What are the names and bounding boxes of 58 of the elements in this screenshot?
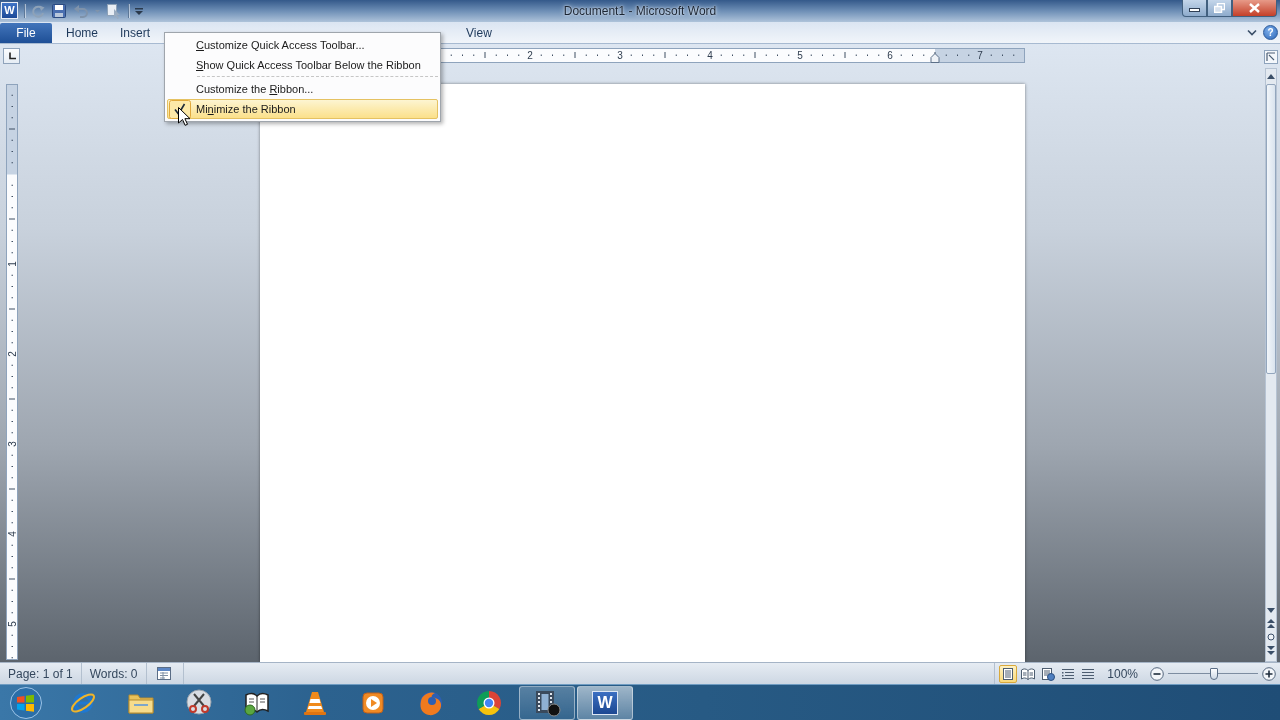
ribbon-tab[interactable]: Insert [106,22,159,43]
window-title: Document1 - Microsoft Word [563,3,717,20]
chevron-down-icon[interactable] [1247,28,1257,37]
down-arrow-icon[interactable] [1267,608,1275,614]
ruler-number: 4 [707,50,713,61]
ribbon-tab[interactable]: View [452,22,500,43]
zoom-level-button[interactable]: 100% [1101,666,1146,681]
slider-thumb[interactable] [1209,667,1218,680]
ruler-number: 2 [6,351,18,357]
save-icon[interactable] [51,2,67,19]
ruler-number: 3 [617,50,623,61]
circle-icon[interactable] [1267,633,1275,641]
close-button[interactable] [1232,0,1277,17]
letter-tile-icon[interactable]: W [1,2,18,19]
file-tab[interactable]: File [0,23,52,43]
minus-icon[interactable] [1150,666,1164,681]
scissors-icon [185,688,213,717]
taskbar-button[interactable]: W [577,685,633,720]
page-globe-icon [1041,666,1056,681]
tab-stop-icon [7,52,16,60]
view-button[interactable] [999,664,1018,683]
ruler-number: 5 [797,50,803,61]
indent-marker-icon[interactable] [930,53,940,63]
double-up-arrow-icon[interactable] [1267,619,1275,628]
up-arrow-icon[interactable] [1267,73,1275,79]
menu-item[interactable]: Customize the Ribbon... [167,79,438,99]
ruler-number: 6 [887,50,893,61]
double-down-arrow-icon[interactable] [1267,646,1275,655]
menu-item[interactable]: Minimize the Ribbon [167,99,438,119]
ruler-toggle-icon[interactable] [1264,50,1278,64]
ruler-number: 5 [6,621,18,627]
vertical-scrollbar[interactable] [1265,68,1277,662]
undo-icon[interactable] [73,2,89,19]
menu-item[interactable]: Customize Quick Access Toolbar... [167,35,438,55]
ruler-number: 3 [6,441,18,447]
restore-button[interactable] [1207,0,1232,17]
taskbar-button[interactable] [519,685,575,720]
tab-selector-button[interactable] [3,48,20,64]
ruler-number: 4 [6,531,18,537]
ruler-number: 2 [527,50,533,61]
ruler-number: 7 [977,50,983,61]
outline-list-icon [1061,666,1076,681]
letter-tile-icon: W [592,690,618,715]
ribbon-tab[interactable]: Home [52,22,106,43]
segmented-circle-icon [475,688,503,717]
restore-icon [1214,3,1225,13]
plus-icon[interactable] [1262,666,1276,681]
open-book-icon [1021,666,1036,681]
menu-item[interactable]: Show Quick Access Toolbar Below the Ribbon [167,55,438,75]
lines-icon [1081,666,1096,681]
page-lines-icon [1001,666,1016,681]
minimize-button[interactable] [1182,0,1207,17]
scrollbar-thumb[interactable] [1266,84,1276,374]
page-arrow-icon[interactable] [106,2,122,19]
document-grid-icon[interactable] [156,667,171,680]
close-icon [1249,3,1260,13]
film-strip-icon [533,688,561,717]
ruler-number: 1 [6,261,18,267]
